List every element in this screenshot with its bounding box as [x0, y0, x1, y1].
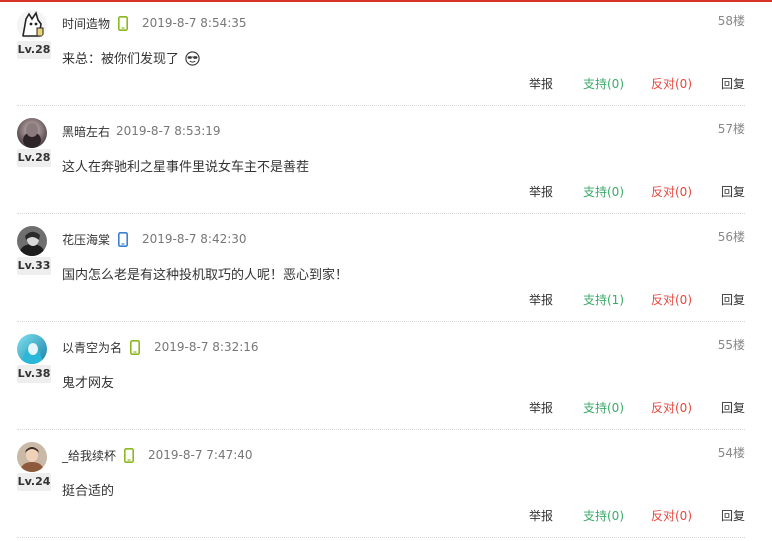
username[interactable]: _给我续杯 — [62, 447, 116, 464]
floor-number: 54楼 — [717, 446, 745, 460]
support-button[interactable]: 支持(0) — [583, 75, 624, 92]
report-button[interactable]: 举报 — [529, 399, 553, 416]
oppose-button[interactable]: 反对(0) — [651, 183, 692, 200]
oppose-button[interactable]: 反对(0) — [651, 507, 692, 524]
comment-item: Lv.28 黑暗左右 2019-8-7 8:53:19 57楼 这人在奔驰利之星… — [0, 108, 772, 216]
floor-number: 57楼 — [717, 122, 745, 136]
comment-content: 来总：被你们发现了 — [62, 48, 200, 70]
reply-button[interactable]: 回复 — [721, 291, 745, 308]
post-time: 2019-8-7 8:54:35 — [142, 16, 247, 30]
comment-text: 来总：被你们发现了 — [62, 52, 180, 67]
reply-button[interactable]: 回复 — [721, 183, 745, 200]
comment-actions: 举报 支持(1) 反对(0) 回复 — [0, 291, 772, 309]
username[interactable]: 花压海棠 — [62, 231, 110, 248]
comment-text: 这人在奔驰利之星事件里说女车主不是善茬 — [62, 160, 310, 175]
divider — [17, 105, 745, 106]
divider — [17, 537, 745, 538]
sunglasses-emoji-icon — [185, 51, 200, 70]
divider — [17, 321, 745, 322]
support-button[interactable]: 支持(0) — [583, 399, 624, 416]
comment-item: Lv.28 时间造物 2019-8-7 8:54:35 58楼 来总：被你们发现… — [0, 0, 772, 108]
report-button[interactable]: 举报 — [529, 507, 553, 524]
support-button[interactable]: 支持(1) — [583, 291, 624, 308]
user-level-badge: Lv.38 — [17, 365, 51, 383]
comment-text: 国内怎么老是有这种投机取巧的人呢！恶心到家！ — [62, 268, 349, 283]
report-button[interactable]: 举报 — [529, 291, 553, 308]
comment-item: Lv.33 花压海棠 2019-8-7 8:42:30 56楼 国内怎么老是有这… — [0, 216, 772, 324]
divider — [17, 429, 745, 430]
user-level-badge: Lv.28 — [17, 149, 51, 167]
reply-button[interactable]: 回复 — [721, 75, 745, 92]
comment-text: 鬼才网友 — [62, 376, 115, 391]
avatar[interactable] — [17, 442, 47, 472]
phone-icon — [118, 15, 129, 31]
comment-actions: 举报 支持(0) 反对(0) 回复 — [0, 75, 772, 93]
post-time: 2019-8-7 8:53:19 — [116, 124, 221, 138]
comment-actions: 举报 支持(0) 反对(0) 回复 — [0, 183, 772, 201]
comment-content: 国内怎么老是有这种投机取巧的人呢！恶心到家！ — [62, 264, 348, 283]
avatar[interactable] — [17, 334, 47, 364]
comment-item: Lv.38 以青空为名 2019-8-7 8:32:16 55楼 鬼才网友 举报… — [0, 324, 772, 432]
support-button[interactable]: 支持(0) — [583, 183, 624, 200]
post-time: 2019-8-7 8:42:30 — [142, 232, 247, 246]
oppose-button[interactable]: 反对(0) — [651, 291, 692, 308]
oppose-button[interactable]: 反对(0) — [651, 399, 692, 416]
phone-icon — [124, 447, 135, 463]
comment-actions: 举报 支持(0) 反对(0) 回复 — [0, 507, 772, 525]
phone-icon — [118, 231, 129, 247]
oppose-button[interactable]: 反对(0) — [651, 75, 692, 92]
avatar[interactable] — [17, 10, 47, 40]
username[interactable]: 时间造物 — [62, 15, 110, 32]
comment-content: 鬼才网友 — [62, 372, 114, 391]
comment-item: Lv.24 _给我续杯 2019-8-7 7:47:40 54楼 挺合适的 举报… — [0, 432, 772, 540]
username[interactable]: 黑暗左右 — [62, 123, 110, 140]
floor-number: 58楼 — [717, 14, 745, 28]
post-time: 2019-8-7 7:47:40 — [148, 448, 253, 462]
comment-content: 这人在奔驰利之星事件里说女车主不是善茬 — [62, 156, 309, 175]
reply-button[interactable]: 回复 — [721, 507, 745, 524]
avatar[interactable] — [17, 226, 47, 256]
comment-actions: 举报 支持(0) 反对(0) 回复 — [0, 399, 772, 417]
floor-number: 56楼 — [717, 230, 745, 244]
divider — [17, 213, 745, 214]
avatar[interactable] — [17, 118, 47, 148]
user-level-badge: Lv.24 — [17, 473, 51, 491]
reply-button[interactable]: 回复 — [721, 399, 745, 416]
report-button[interactable]: 举报 — [529, 75, 553, 92]
user-level-badge: Lv.28 — [17, 41, 51, 59]
phone-icon — [130, 339, 141, 355]
floor-number: 55楼 — [717, 338, 745, 352]
report-button[interactable]: 举报 — [529, 183, 553, 200]
support-button[interactable]: 支持(0) — [583, 507, 624, 524]
comment-content: 挺合适的 — [62, 480, 114, 499]
post-time: 2019-8-7 8:32:16 — [154, 340, 259, 354]
comment-text: 挺合适的 — [62, 484, 115, 499]
username[interactable]: 以青空为名 — [62, 339, 122, 356]
user-level-badge: Lv.33 — [17, 257, 51, 275]
